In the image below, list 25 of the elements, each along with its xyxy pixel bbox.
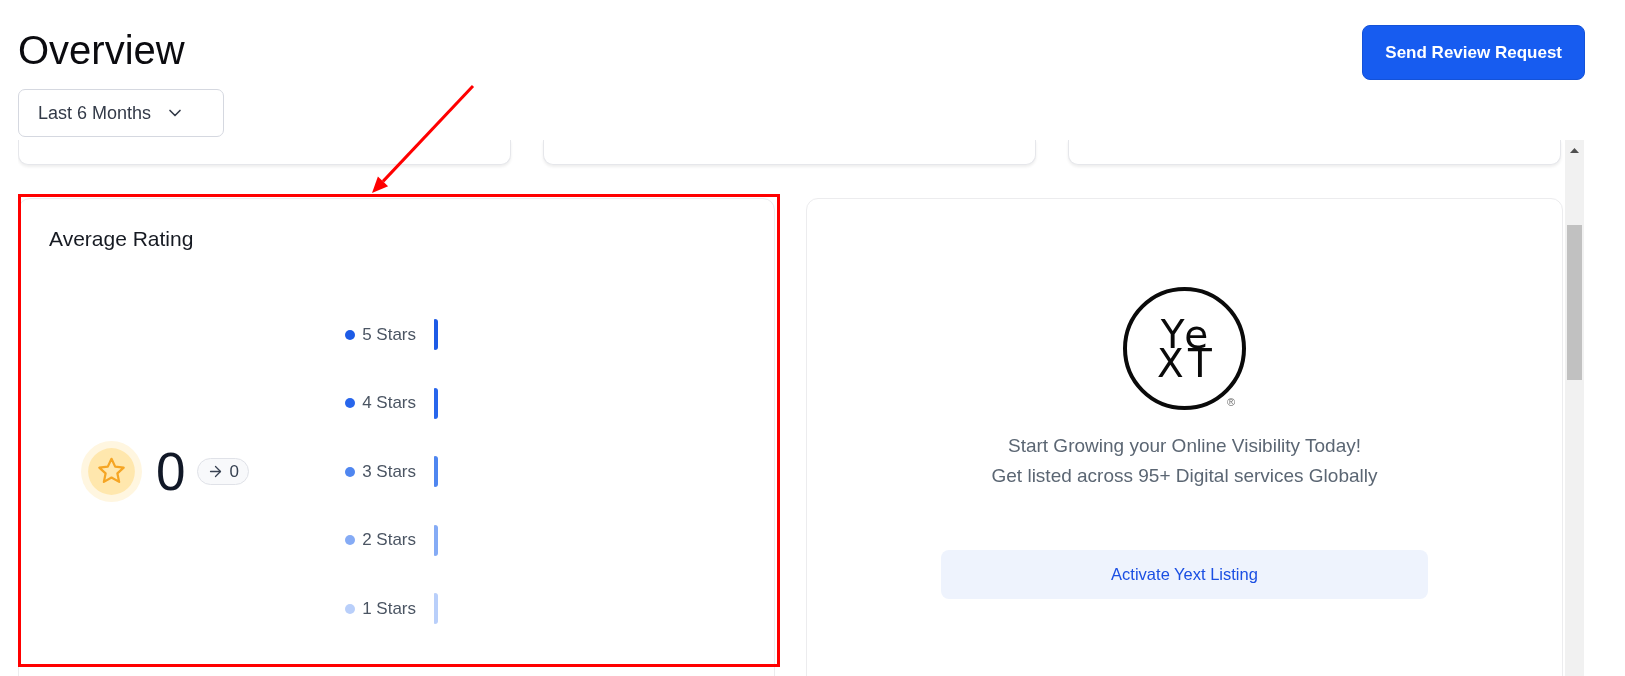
logo-text: Ye <box>1160 319 1214 349</box>
registered-mark: ® <box>1227 396 1236 408</box>
card-title: Average Rating <box>49 227 195 251</box>
activate-listing-button[interactable]: Activate Yext Listing <box>941 550 1428 599</box>
send-review-request-button[interactable]: Send Review Request <box>1362 25 1585 80</box>
period-dropdown[interactable]: Last 6 Months <box>18 89 224 137</box>
page-title: Overview <box>18 28 185 72</box>
rating-label: 3 Stars <box>362 461 416 482</box>
promo-text: Start Growing your Online Visibility Today! <box>1007 434 1362 458</box>
rating-bar <box>434 456 438 487</box>
rating-bar <box>434 319 438 350</box>
change-value: 0 <box>229 461 239 482</box>
rating-label: 5 Stars <box>362 324 416 345</box>
rating-bar <box>434 524 438 556</box>
rating-bar <box>434 593 438 624</box>
rating-label: 2 Stars <box>362 530 416 550</box>
rating-bar <box>434 387 438 419</box>
rating-label: 4 Stars <box>362 393 416 413</box>
scrollbar-thumb[interactable] <box>1567 225 1582 380</box>
rating-score: 0 <box>156 445 186 498</box>
promo-text: Get listed across 95+ Digital services Globally <box>991 464 1378 488</box>
scroll-up-icon[interactable] <box>1570 148 1579 153</box>
rating-label: 1 Stars <box>362 598 416 619</box>
logo-text: XT <box>1156 348 1217 378</box>
scrollbar[interactable] <box>1565 140 1584 676</box>
